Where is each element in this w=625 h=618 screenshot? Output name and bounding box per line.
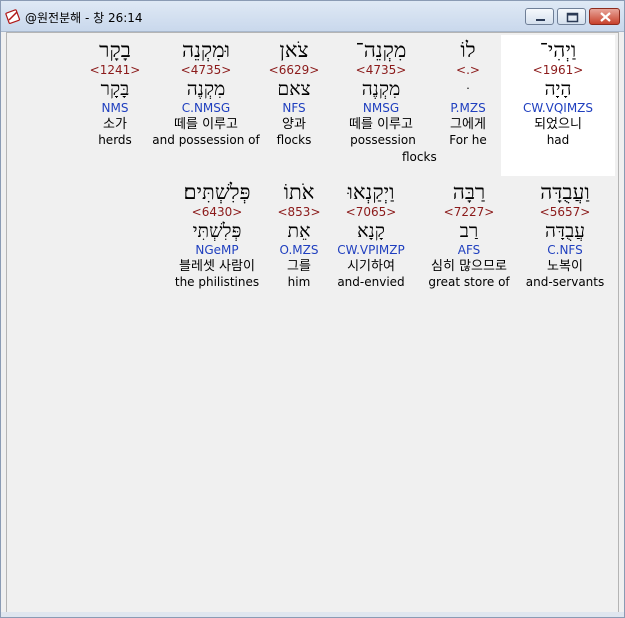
app-icon[interactable]: [5, 8, 21, 25]
window-bottom-border: [1, 612, 624, 617]
english-gloss: the philistines: [174, 275, 260, 289]
lemma: בָּקָר: [100, 78, 130, 100]
flocks-tail: flocks: [402, 150, 437, 164]
hebrew-word: בָקָר: [99, 38, 131, 62]
app-window: @원전분해 - 창 26:14 וַיְהִי־ <1961> הָיָה CW…: [0, 0, 625, 618]
strong-number: <1241>: [89, 63, 141, 77]
korean-gloss: 소가: [103, 117, 127, 132]
morphology: NMS: [101, 101, 129, 115]
english-gloss-tail: flocks: [402, 150, 437, 165]
window-title: @원전분해 - 창 26:14: [25, 11, 143, 25]
analysis-pane[interactable]: וַיְהִי־ <1961> הָיָה CW.VQIMZS 되었으니 had…: [6, 32, 619, 613]
english-gloss-text: possession: [350, 133, 416, 147]
morphology: NGeMP: [195, 243, 239, 257]
word-cell[interactable]: בָקָר <1241> בָּקָר NMS 소가 herds: [55, 37, 175, 148]
word-cell[interactable]: פְּלִשְׁתִּים׃ <6430> פְּלִשְׁתִּי NGeMP…: [157, 179, 277, 290]
hebrew-word: פְּלִשְׁתִּים׃: [183, 180, 251, 204]
minimize-button[interactable]: [525, 8, 554, 25]
english-gloss: herds: [98, 133, 132, 147]
close-button[interactable]: [589, 8, 620, 25]
strong-number: <6430>: [191, 205, 243, 219]
title-bar[interactable]: @원전분해 - 창 26:14: [1, 1, 624, 32]
lemma: פְּלִשְׁתִּי: [192, 220, 242, 242]
maximize-button[interactable]: [557, 8, 586, 25]
korean-gloss: 블레셋 사람이: [179, 259, 255, 274]
